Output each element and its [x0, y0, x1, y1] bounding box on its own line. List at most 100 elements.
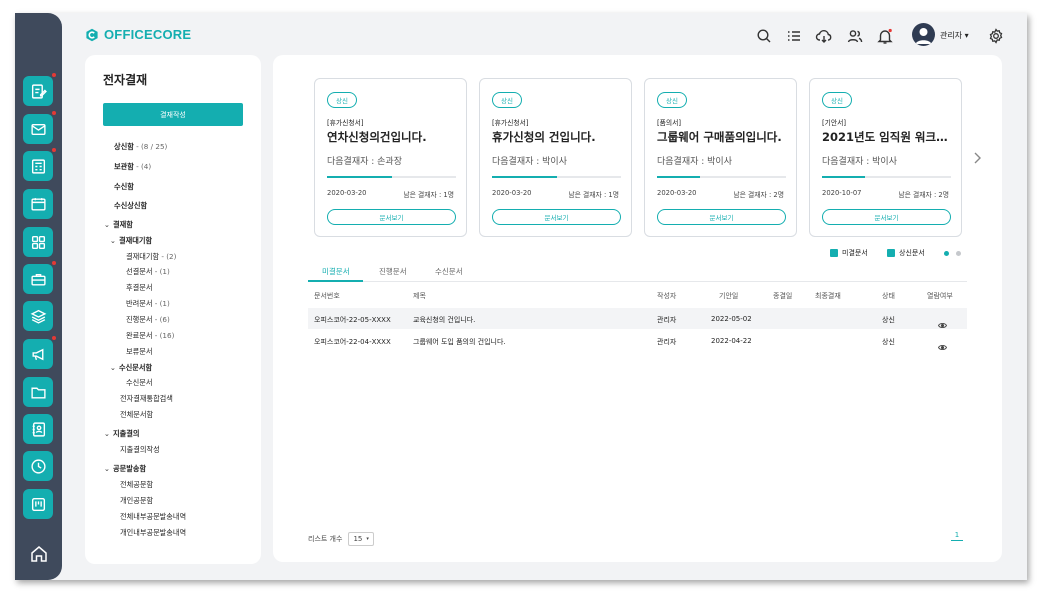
folder-icon[interactable]	[23, 377, 53, 407]
layers-icon[interactable]	[23, 301, 53, 331]
approval-card[interactable]: 상신 [휴가신청서] 연차신청의건입니다. 다음결재자 : 손과장 2020-0…	[314, 78, 467, 237]
chevron-down-icon: ⌄	[104, 465, 110, 473]
tab-received[interactable]: 수신문서	[435, 266, 463, 277]
sidebar-item-post-approval[interactable]: 후결문서	[126, 283, 152, 293]
sidebar-group-official[interactable]: ⌄ 공문발송함	[104, 464, 146, 474]
app-logo[interactable]: OFFICECORE	[85, 27, 191, 42]
avatar[interactable]	[912, 23, 935, 46]
approval-sidebar: 전자결재 결재작성 상신함 - (8 / 25) 보관함 - (4) 수신함 수…	[85, 55, 261, 564]
carousel-dot-active[interactable]	[944, 251, 949, 256]
cell-author: 관리자	[657, 338, 677, 346]
cloud-download-icon[interactable]	[815, 27, 833, 45]
active-tab-indicator	[308, 280, 363, 282]
sidebar-item-all-official[interactable]: 전체공문함	[120, 480, 153, 490]
cell-status: 상신	[882, 316, 895, 324]
mail-icon[interactable]	[23, 111, 56, 144]
approval-card[interactable]: 상신 [기안서] 2021년도 임직원 워크샵 건 다음결재자 : 박이사 20…	[809, 78, 962, 237]
sidebar-item-integrated-search[interactable]: 전자결재통합검색	[120, 394, 173, 404]
sidebar-group-received[interactable]: ⌄ 수신문서함	[110, 363, 152, 373]
sidebar-item-all-internal-sent[interactable]: 전체내부공문발송내역	[120, 512, 186, 522]
table-row[interactable]: 오피스코어-22-04-XXXX 그룹웨어 도입 품의의 건입니다. 관리자 2…	[308, 330, 967, 351]
column-header-viewed: 열람여부	[927, 292, 953, 300]
cell-title[interactable]: 교육신청의 건입니다.	[413, 315, 475, 325]
briefcase-icon[interactable]	[23, 261, 56, 294]
sidebar-item-received-docs[interactable]: 수신문서	[126, 378, 152, 388]
tab-in-progress[interactable]: 진행문서	[379, 266, 407, 277]
kanban-icon[interactable]	[23, 489, 53, 519]
table-row[interactable]: 오피스코어-22-05-XXXX 교육신청의 건입니다. 관리자 2022-05…	[308, 308, 967, 329]
card-title: 연차신청의건입니다.	[327, 130, 427, 144]
sidebar-item-in-progress[interactable]: 진행문서 - (6)	[126, 315, 170, 325]
view-document-button[interactable]: 문서보기	[327, 209, 456, 225]
card-remaining: 남은 결재자 : 1명	[403, 191, 454, 199]
carousel-dot[interactable]	[956, 251, 961, 256]
gear-icon[interactable]	[987, 27, 1005, 45]
column-header-draft-date: 기안일	[719, 292, 739, 300]
app-window: OFFICECORE 관리자 ▾ 전자결재 결재작성 상신함 - (8 / 25…	[15, 13, 1027, 580]
search-icon[interactable]	[755, 27, 773, 45]
approval-card[interactable]: 상신 [품의서] 그룹웨어 구매품의입니다. 다음결재자 : 박이사 2020-…	[644, 78, 797, 237]
column-header-author: 작성자	[657, 292, 677, 300]
view-document-button[interactable]: 문서보기	[657, 209, 786, 225]
page-number[interactable]: 1	[951, 531, 963, 541]
sidebar-title: 전자결재	[103, 73, 148, 87]
card-remaining: 남은 결재자 : 1명	[568, 191, 619, 199]
sidebar-item-personal-official[interactable]: 개인공문함	[120, 496, 153, 506]
grid-apps-icon[interactable]	[23, 227, 53, 257]
filter-unsettled-checkbox[interactable]: 미결문서	[830, 248, 868, 258]
list-count-select[interactable]: 15 ▾	[348, 532, 374, 546]
sidebar-group-expense[interactable]: ⌄ 지출결의	[104, 429, 139, 439]
logo-text: OFFICECORE	[104, 27, 192, 42]
logo-mark-icon	[86, 28, 98, 41]
column-header-final-approval: 최종결재	[815, 292, 841, 300]
document-tabs: 미결문서 진행문서 수신문서	[308, 258, 967, 282]
eye-icon	[937, 314, 948, 328]
cell-doc-no: 오피스코어-22-04-XXXX	[314, 338, 391, 346]
card-doc-type: [기안서]	[822, 119, 847, 127]
user-name-dropdown[interactable]: 관리자 ▾	[940, 30, 969, 41]
column-header-status: 상태	[882, 292, 895, 300]
sidebar-item-personal-internal-sent[interactable]: 개인내부공문발송내역	[120, 528, 186, 538]
list-icon[interactable]	[785, 27, 803, 45]
list-count-control: 리스트 개수 15 ▾	[308, 532, 374, 546]
clock-icon[interactable]	[23, 451, 53, 481]
card-progress-bar	[492, 176, 621, 178]
cell-title[interactable]: 그룹웨어 도입 품의의 건입니다.	[413, 337, 506, 347]
sidebar-item-inbox-sent[interactable]: 수신상신함	[114, 201, 147, 211]
megaphone-icon[interactable]	[23, 336, 56, 369]
sidebar-group-waiting[interactable]: ⌄ 결재대기함	[110, 236, 152, 246]
cell-draft-date: 2022-05-02	[711, 315, 752, 323]
card-date: 2020-03-20	[657, 189, 697, 197]
card-date: 2020-03-20	[327, 189, 367, 197]
sidebar-item-sent[interactable]: 상신함 - (8 / 25)	[114, 142, 167, 152]
sidebar-item-all-docs[interactable]: 전체문서함	[120, 410, 153, 420]
sidebar-item-on-hold[interactable]: 보류문서	[126, 347, 152, 357]
chevron-right-icon[interactable]	[971, 150, 983, 164]
compose-approval-button[interactable]: 결재작성	[103, 103, 243, 126]
home-icon[interactable]	[29, 544, 49, 564]
card-remaining: 남은 결재자 : 2명	[733, 191, 784, 199]
view-document-button[interactable]: 문서보기	[822, 209, 951, 225]
approval-card[interactable]: 상신 [휴가신청서] 휴가신청의 건입니다. 다음결재자 : 박이사 2020-…	[479, 78, 632, 237]
calendar-board-icon[interactable]	[23, 189, 53, 219]
sidebar-item-completed[interactable]: 완료문서 - (16)	[126, 331, 174, 341]
status-badge: 상신	[657, 92, 687, 108]
sidebar-item-inbox[interactable]: 수신함	[114, 182, 134, 192]
address-book-icon[interactable]	[23, 414, 53, 444]
tab-unsettled[interactable]: 미결문서	[322, 266, 350, 277]
sidebar-item-waiting[interactable]: 결재대기함 - (2)	[126, 252, 176, 262]
sidebar-item-expense-compose[interactable]: 지출결의작성	[120, 445, 160, 455]
status-badge: 상신	[492, 92, 522, 108]
calculator-doc-icon[interactable]	[23, 148, 56, 181]
document-edit-icon[interactable]	[23, 73, 56, 106]
sidebar-item-pre-approval[interactable]: 선결문서 - (1)	[126, 267, 170, 277]
view-document-button[interactable]: 문서보기	[492, 209, 621, 225]
users-icon[interactable]	[846, 27, 864, 45]
sidebar-group-approval[interactable]: ⌄ 결재함	[104, 220, 133, 230]
sidebar-item-rejected[interactable]: 반려문서 - (1)	[126, 299, 170, 309]
main-content: 상신 [휴가신청서] 연차신청의건입니다. 다음결재자 : 손과장 2020-0…	[273, 55, 1002, 562]
list-count-label: 리스트 개수	[308, 535, 343, 543]
bell-icon[interactable]	[876, 27, 894, 45]
filter-submitted-checkbox[interactable]: 상신문서	[887, 248, 925, 258]
sidebar-item-archive[interactable]: 보관함 - (4)	[114, 162, 151, 172]
